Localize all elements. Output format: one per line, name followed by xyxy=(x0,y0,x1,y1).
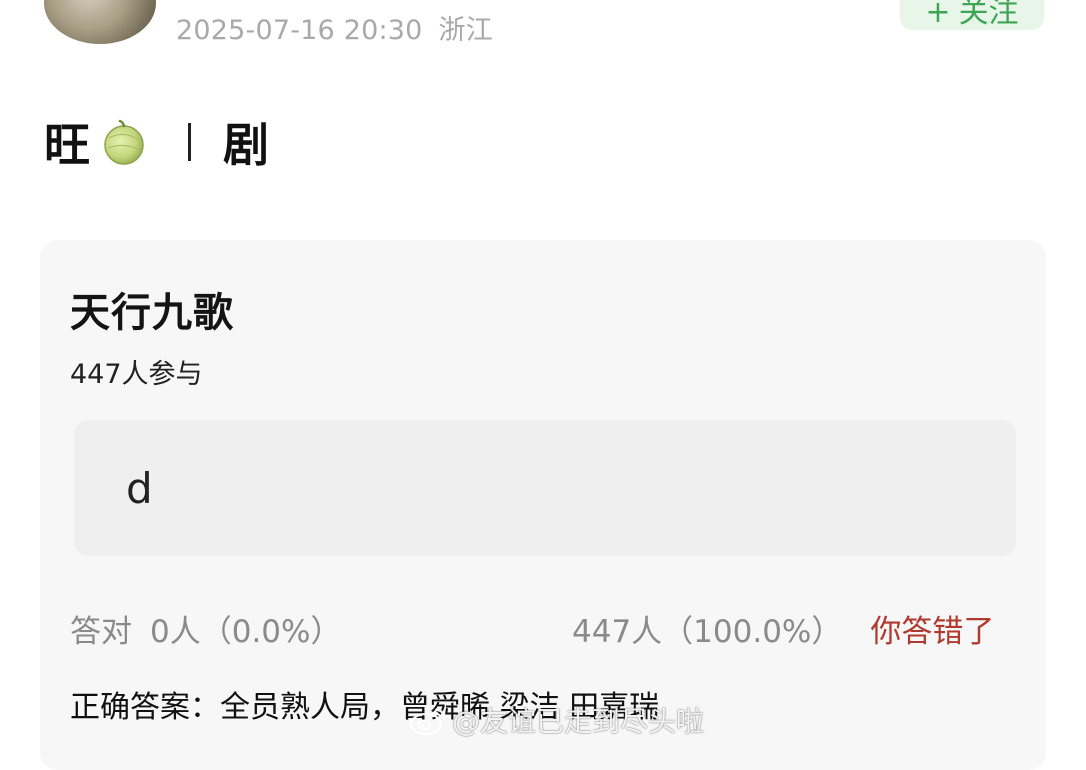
post-title-right: 剧 xyxy=(223,118,269,172)
quiz-participants: 447人参与 xyxy=(70,359,203,390)
correct-stats: 答对 0人（0.0%） xyxy=(70,606,341,651)
follow-button[interactable]: + 关注 xyxy=(900,0,1044,30)
watermark-text: @友谊已走到尽头啦 xyxy=(452,705,705,738)
weibo-icon xyxy=(408,704,448,736)
post-title-left: 旺 xyxy=(44,118,90,172)
option-count: 447人（100.0%） xyxy=(572,614,843,650)
avatar[interactable] xyxy=(44,0,156,44)
post-datetime: 2025-07-16 20:30 xyxy=(176,15,423,46)
quiz-title: 天行九歌 xyxy=(70,290,234,336)
result-wrong-text: 你答错了 xyxy=(870,614,995,650)
plus-icon: + xyxy=(925,0,951,30)
correct-label: 答对 xyxy=(70,614,132,650)
quiz-option[interactable]: d xyxy=(74,420,1016,556)
correct-count: 0人（0.0%） xyxy=(150,614,342,650)
follow-button-label: 关注 xyxy=(958,0,1019,30)
post-meta: 2025-07-16 20:30 浙江 xyxy=(176,8,493,47)
watermark: @友谊已走到尽头啦 xyxy=(408,700,704,740)
option-stats: 447人（100.0%） 你答错了 xyxy=(572,606,994,651)
melon-icon xyxy=(100,118,148,166)
post-location: 浙江 xyxy=(438,15,493,46)
post-title: 旺 剧 xyxy=(44,112,269,172)
quiz-card: 天行九歌 447人参与 d 答对 0人（0.0%） 447人（100.0%） 你答错… xyxy=(40,240,1046,770)
title-divider xyxy=(188,123,191,161)
quiz-option-label: d xyxy=(126,464,153,513)
